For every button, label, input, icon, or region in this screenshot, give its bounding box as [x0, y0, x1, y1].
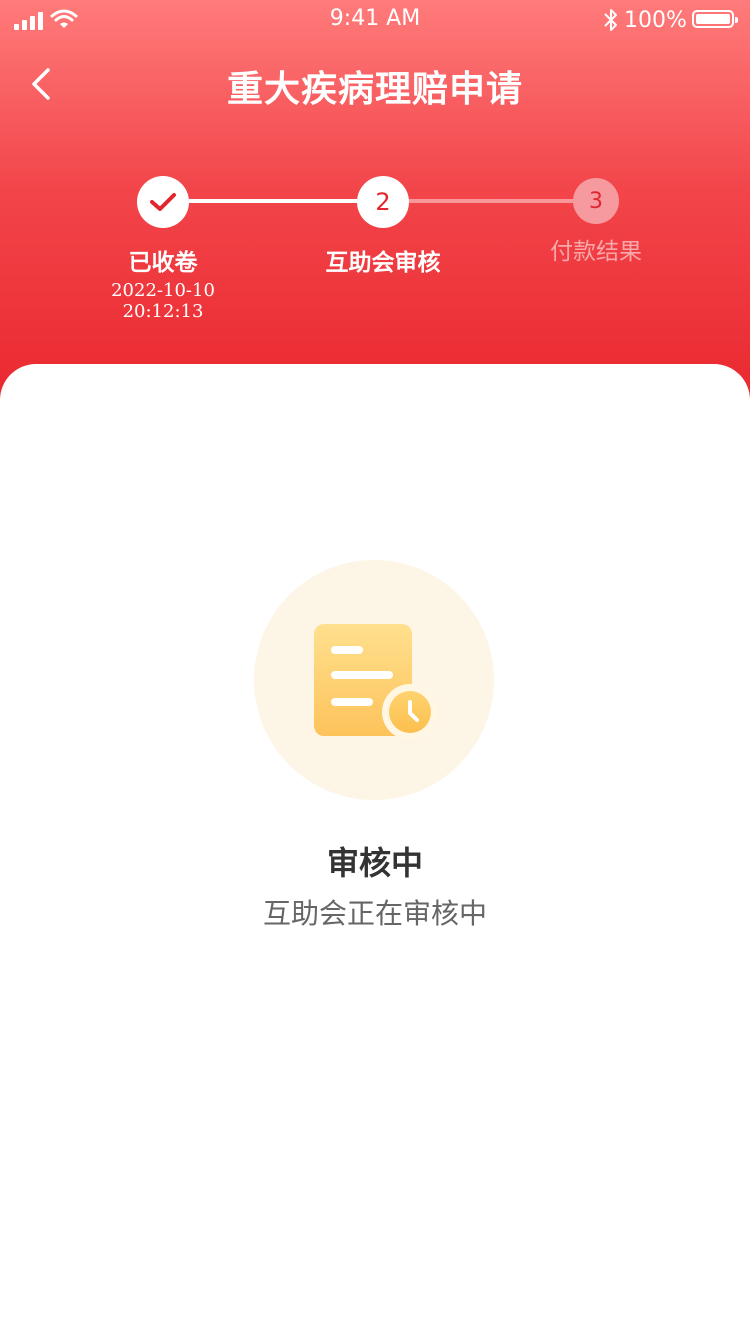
check-icon — [150, 193, 176, 211]
step-3-pending: 3 — [573, 178, 619, 224]
status-bar: 9:41 AM 100% — [0, 0, 750, 40]
step-2-current: 2 — [357, 176, 409, 228]
status-description: 互助会正在审核中 — [262, 897, 487, 930]
battery-icon — [692, 10, 738, 28]
stepper-line-completed — [189, 199, 357, 203]
header-background: 9:41 AM 100% 重大疾病理赔申请 2 3 已收卷 互助会审核 付款结果… — [0, 0, 750, 420]
step-1-label: 已收卷 — [128, 250, 198, 276]
step-3-label: 付款结果 — [550, 239, 642, 265]
battery-percent: 100% — [624, 8, 687, 33]
step-1-timestamp: 2022-10-10 20:12:13 — [93, 280, 233, 322]
page-title: 重大疾病理赔申请 — [226, 69, 523, 110]
step-1-done — [137, 176, 189, 228]
bluetooth-icon — [604, 9, 617, 31]
stepper-line-pending — [409, 199, 573, 203]
status-title: 审核中 — [326, 844, 423, 882]
step-1-date: 2022-10-10 — [111, 280, 215, 301]
clock-icon — [389, 691, 431, 733]
step-1-clock: 20:12:13 — [122, 301, 204, 322]
step-2-label: 互助会审核 — [325, 250, 441, 276]
